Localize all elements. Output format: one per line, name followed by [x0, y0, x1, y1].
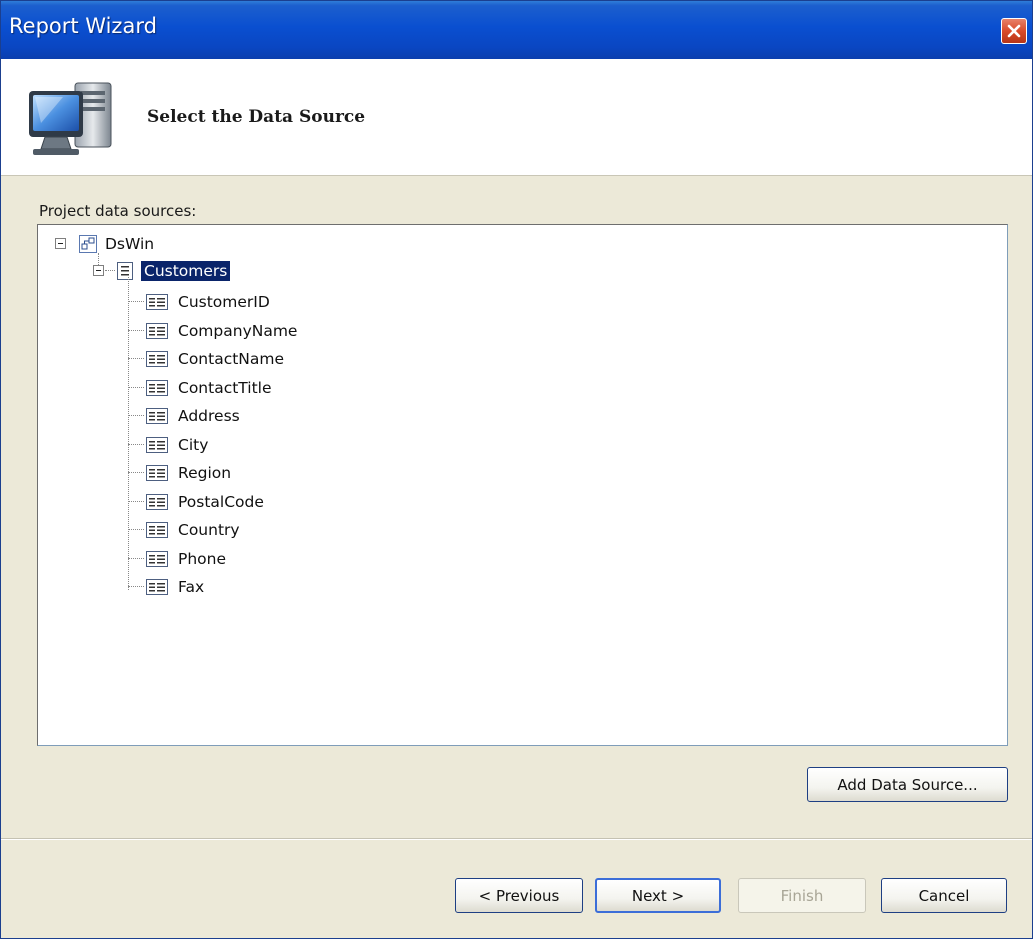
dataset-icon: [79, 235, 97, 253]
tree-node-field[interactable]: Fax: [146, 574, 207, 600]
field-icon: [146, 323, 168, 339]
collapse-toggle-customers[interactable]: [93, 265, 104, 276]
field-icon: [146, 351, 168, 367]
wizard-header: Select the Data Source: [1, 59, 1032, 176]
tree-node-field[interactable]: Region: [146, 460, 234, 486]
collapse-toggle-dswin[interactable]: [55, 238, 66, 249]
tree-node-label: Fax: [178, 578, 205, 596]
field-icon: [146, 408, 168, 424]
field-icon: [146, 494, 168, 510]
step-title: Select the Data Source: [147, 107, 366, 127]
tree-node-field[interactable]: ContactTitle: [146, 375, 275, 401]
tree-node-label: City: [178, 436, 209, 454]
add-data-source-button[interactable]: Add Data Source...: [807, 767, 1008, 802]
wizard-footer: < Previous Next > Finish Cancel: [1, 840, 1032, 938]
table-icon: [117, 262, 133, 280]
tree-node-field[interactable]: City: [146, 432, 211, 458]
tree-node-label: Customers: [141, 261, 231, 281]
tree-node-field[interactable]: ContactName: [146, 346, 287, 372]
computer-monitor-icon: [29, 82, 112, 155]
tree-node-dswin[interactable]: DsWin: [79, 231, 157, 257]
report-wizard-window: Report Wizard Select the Data Source Pro…: [0, 0, 1033, 939]
field-icon: [146, 522, 168, 538]
tree-node-label: CustomerID: [178, 293, 270, 311]
close-button[interactable]: [1001, 18, 1027, 44]
tree-node-customers[interactable]: Customers: [117, 258, 231, 284]
finish-button: Finish: [738, 878, 866, 913]
tree-node-label: ContactName: [178, 350, 285, 368]
tree-node-field[interactable]: Country: [146, 517, 243, 543]
field-icon: [146, 380, 168, 396]
field-icon: [146, 437, 168, 453]
tree-node-field[interactable]: Phone: [146, 546, 229, 572]
cancel-button[interactable]: Cancel: [881, 878, 1007, 913]
tree-node-label: Region: [178, 464, 232, 482]
tree-node-label: Address: [178, 407, 240, 425]
tree-node-field[interactable]: CompanyName: [146, 318, 300, 344]
tree-node-field[interactable]: PostalCode: [146, 489, 267, 515]
field-icon: [146, 294, 168, 310]
tree-node-label: ContactTitle: [178, 379, 272, 397]
tree-node-label: Phone: [178, 550, 227, 568]
tree-node-label: Country: [178, 521, 240, 539]
next-button[interactable]: Next >: [595, 878, 721, 913]
data-source-tree[interactable]: DsWin Customers CustomerID CompanyName Con…: [37, 224, 1008, 746]
wizard-body: Project data sources: DsWin Customers Cu…: [1, 176, 1032, 838]
tree-node-label: DsWin: [105, 235, 155, 253]
tree-node-label: CompanyName: [178, 322, 298, 340]
project-data-sources-label: Project data sources:: [39, 202, 197, 220]
tree-node-field[interactable]: CustomerID: [146, 289, 273, 315]
field-icon: [146, 551, 168, 567]
field-icon: [146, 579, 168, 595]
close-icon: [1007, 24, 1021, 38]
field-icon: [146, 465, 168, 481]
title-bar[interactable]: Report Wizard: [1, 1, 1032, 59]
tree-node-label: PostalCode: [178, 493, 264, 511]
window-title: Report Wizard: [9, 14, 157, 38]
tree-node-field[interactable]: Address: [146, 403, 243, 429]
previous-button[interactable]: < Previous: [455, 878, 583, 913]
